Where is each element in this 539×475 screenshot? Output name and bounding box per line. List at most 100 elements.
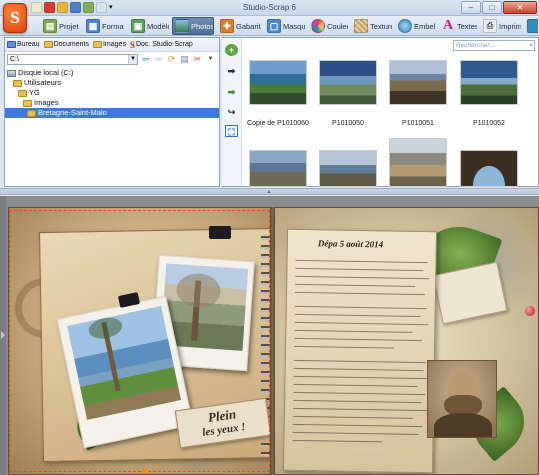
studio-scrap-folder-icon: S [130, 40, 135, 50]
photos-icon [175, 19, 189, 33]
panel-splitter[interactable]: ▲ [0, 188, 539, 195]
tab-label: Embelli [414, 22, 436, 31]
tab-label: Texture [370, 22, 393, 31]
tree-item-disque-local[interactable]: Disque local (C:) [5, 68, 219, 78]
photo-thumbnail[interactable] [389, 60, 447, 105]
tree-item-label: YG [29, 88, 40, 98]
photo-browser: + ➡ ➡ ↪ ⛶ Rechercher... ⌕ Copie de P1010… [222, 37, 539, 187]
tab-export[interactable] [524, 17, 539, 35]
photo-thumbnail[interactable] [319, 150, 377, 187]
tab-imprimer[interactable]: ⎙ Imprim [480, 17, 522, 35]
search-input[interactable]: Rechercher... ⌕ [453, 40, 535, 51]
folder-icon [23, 100, 32, 107]
images-folder-icon [93, 41, 102, 48]
binder-clip [209, 226, 231, 239]
minimize-button[interactable]: – [461, 1, 481, 14]
fit-icon[interactable]: ⛶ [225, 125, 238, 137]
search-icon[interactable]: ⌕ [529, 41, 533, 50]
maximize-button[interactable]: □ [482, 1, 502, 14]
tab-label: Textes [457, 22, 478, 31]
photo-label: P1010052 [454, 120, 524, 127]
sepia-portrait[interactable] [427, 360, 497, 438]
photo-sea [67, 306, 181, 420]
projects-icon: ▤ [43, 19, 57, 33]
forward-icon[interactable]: ⇨ [153, 54, 164, 65]
location-documents[interactable]: Documents [44, 41, 89, 48]
tree-item-label: Bretagne-Saint-Malo [38, 108, 107, 118]
tab-label: Gabarit [236, 22, 261, 31]
tab-couleur[interactable]: Couleu [308, 17, 349, 35]
photo-thumbnail[interactable] [249, 60, 307, 105]
tab-formats[interactable]: ▦ Formats [83, 17, 125, 35]
tab-label: Photos [191, 22, 214, 31]
tree-item-yg[interactable]: YG [5, 88, 219, 98]
embellish-icon [398, 19, 412, 33]
ribbon-tab-bar: ▤ Projets ▦ Formats ▣ Modèle Photos ✚ Ga… [0, 16, 539, 36]
location-studio-scrap[interactable]: S Doc. Studio-Scrap [130, 40, 193, 50]
window-controls: – □ ✕ [461, 1, 537, 14]
chevron-down-icon[interactable]: ▼ [205, 54, 216, 65]
folder-explorer: Bureau Documents Images S Doc. Studio-Sc… [4, 37, 220, 187]
export-icon [527, 19, 539, 33]
tab-label: Formats [102, 22, 125, 31]
drive-path-select[interactable]: C:\ ▼ [7, 54, 138, 65]
app-menu-button[interactable]: S [3, 3, 27, 33]
expand-left-icon[interactable] [1, 331, 5, 339]
handwritten-letter[interactable]: Dépa 5 août 2014 [283, 229, 437, 474]
tab-masque[interactable]: ▢ Masque [264, 17, 306, 35]
tab-embellissements[interactable]: Embelli [395, 17, 436, 35]
location-shortcuts: Bureau Documents Images S Doc. Studio-Sc… [5, 38, 219, 52]
photo-thumbnail[interactable] [460, 150, 518, 187]
favorites-icon[interactable]: ▤ [179, 54, 190, 65]
right-page[interactable]: Dépa 5 août 2014 [274, 207, 539, 475]
tab-label: Modèle [147, 22, 170, 31]
folder-icon [18, 90, 27, 97]
tree-item-label: Utilisateurs [24, 78, 61, 88]
tab-label: Masque [283, 22, 306, 31]
location-bureau[interactable]: Bureau [7, 41, 40, 48]
template-icon: ▣ [131, 19, 145, 33]
back-icon[interactable]: ⇦ [140, 54, 151, 65]
tree-item-images[interactable]: Images [5, 98, 219, 108]
text-icon: A [441, 19, 455, 33]
add-photo-icon[interactable]: + [225, 44, 238, 56]
photo-thumbnail[interactable] [249, 150, 307, 187]
tab-texture[interactable]: Texture [351, 17, 393, 35]
grip-icon[interactable]: ▲ [262, 190, 276, 194]
window-title: Studio-Scrap 6 [0, 3, 539, 12]
gabarit-icon: ✚ [220, 19, 234, 33]
tab-modele[interactable]: ▣ Modèle [128, 17, 170, 35]
texture-icon [354, 19, 368, 33]
path-row: C:\ ▼ ⇦ ⇨ ⟳ ▤ ✂ ▼ [5, 52, 219, 66]
search-placeholder: Rechercher... [456, 42, 495, 49]
tree-item-utilisateurs[interactable]: Utilisateurs [5, 78, 219, 88]
tab-photos[interactable]: Photos [172, 17, 214, 35]
insert-page-icon[interactable]: ➡ [225, 86, 238, 98]
tools-icon[interactable]: ✂ [192, 54, 203, 65]
color-wheel-icon [311, 19, 325, 33]
photo-thumbnail[interactable] [319, 60, 377, 105]
refresh-icon[interactable]: ⟳ [166, 54, 177, 65]
print-icon: ⎙ [483, 19, 497, 33]
tree-item-bretagne-saint-malo[interactable]: Bretagne-Saint-Malo [5, 108, 219, 118]
chevron-down-icon[interactable]: ▼ [128, 55, 137, 64]
tab-textes[interactable]: A Textes [438, 17, 478, 35]
letter-date: Dépa 5 août 2014 [318, 238, 428, 250]
photo-label: P1010050 [313, 120, 383, 127]
photo-thumbnail[interactable] [389, 138, 447, 187]
left-page[interactable]: Plein les yeux ! [8, 207, 271, 475]
photo-thumbnail[interactable] [460, 60, 518, 105]
pin-icon [525, 306, 535, 316]
location-label: Doc. Studio-Scrap [136, 41, 193, 48]
tab-label: Couleu [327, 22, 349, 31]
photo-label: Copie de P1010060 [243, 120, 313, 127]
insert-arrow-icon[interactable]: ➡ [225, 65, 238, 77]
location-images[interactable]: Images [93, 41, 126, 48]
rotate-icon[interactable]: ↪ [225, 106, 238, 118]
folder-tree: Disque local (C:) Utilisateurs YG Images… [5, 66, 219, 118]
tab-gabarit[interactable]: ✚ Gabarit [217, 17, 262, 35]
scrapbook-canvas[interactable]: Plein les yeux ! Dépa 5 août 2014 [0, 196, 539, 475]
close-button[interactable]: ✕ [503, 1, 537, 14]
tab-projets[interactable]: ▤ Projets [40, 17, 80, 35]
page-marker-icon[interactable] [140, 467, 150, 473]
